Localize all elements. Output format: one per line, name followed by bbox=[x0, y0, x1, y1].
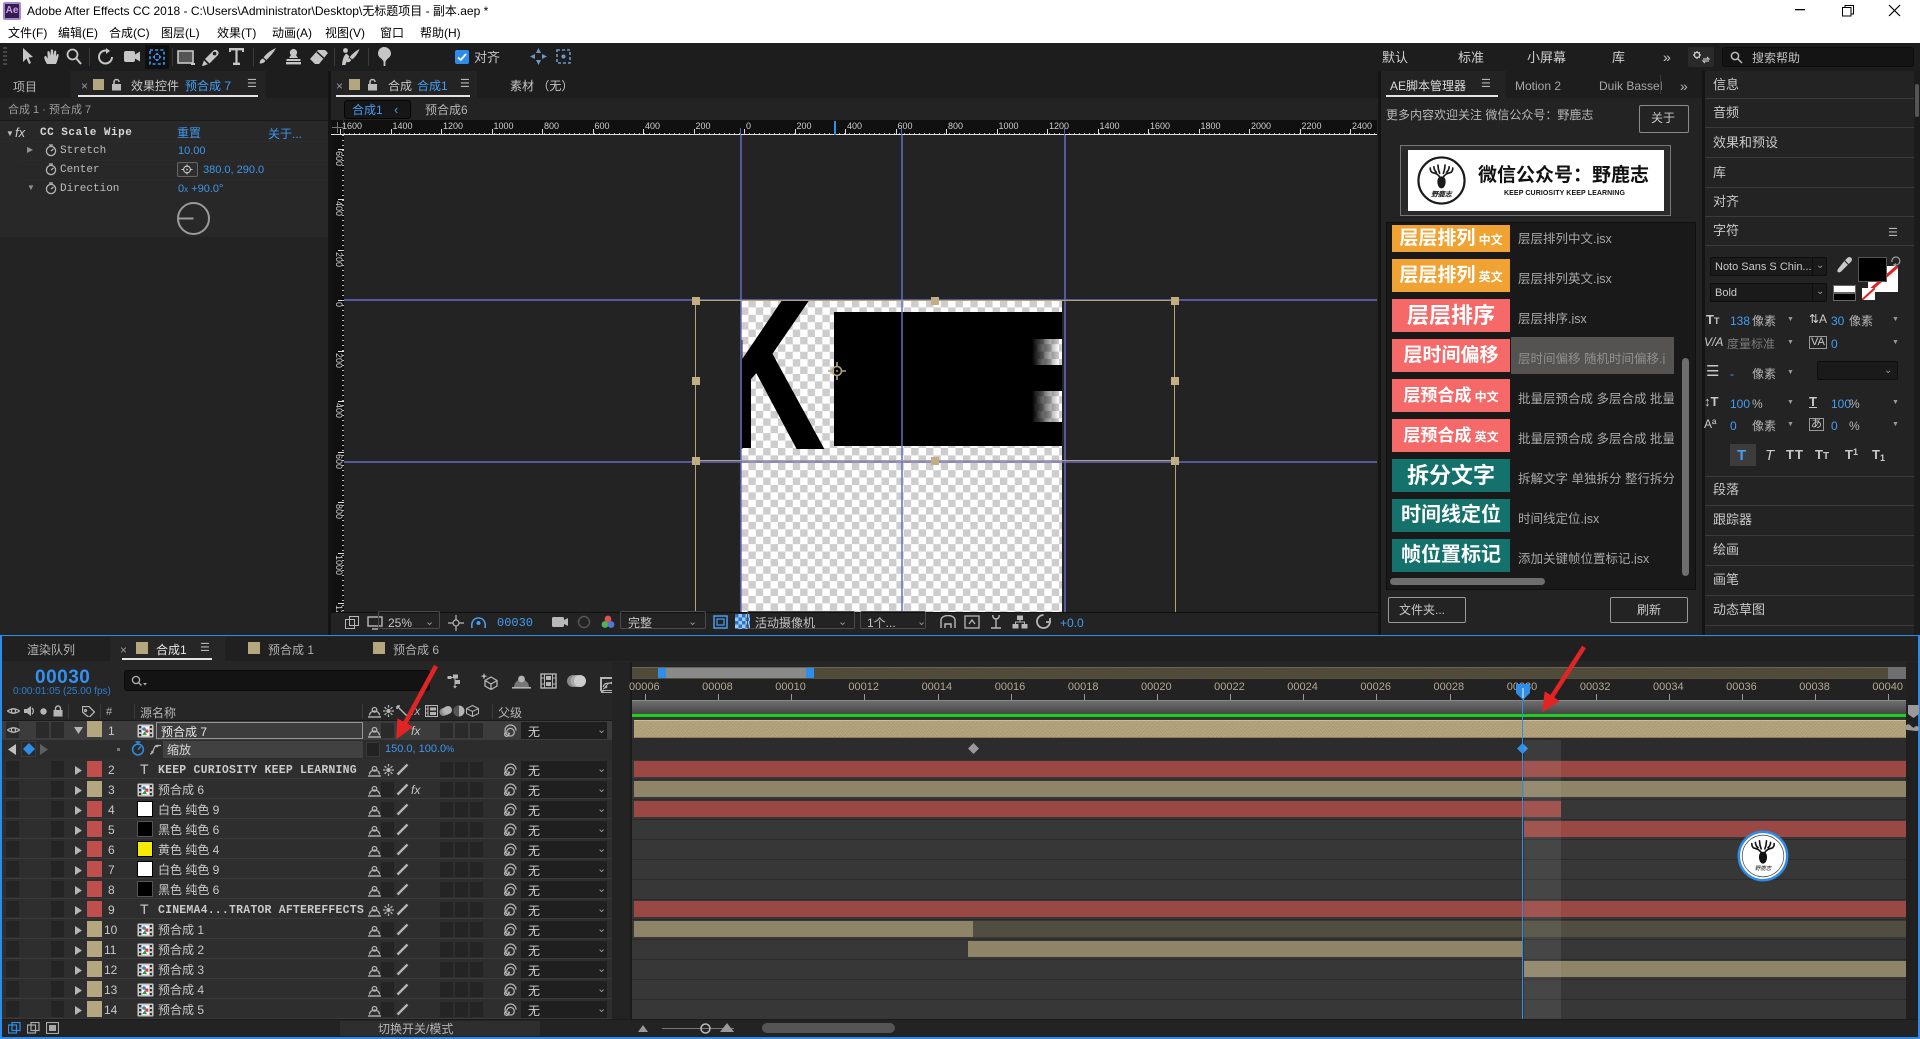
svg-text:野鹿志: 野鹿志 bbox=[1431, 191, 1453, 199]
svg-text:野鹿志: 野鹿志 bbox=[1755, 865, 1773, 872]
